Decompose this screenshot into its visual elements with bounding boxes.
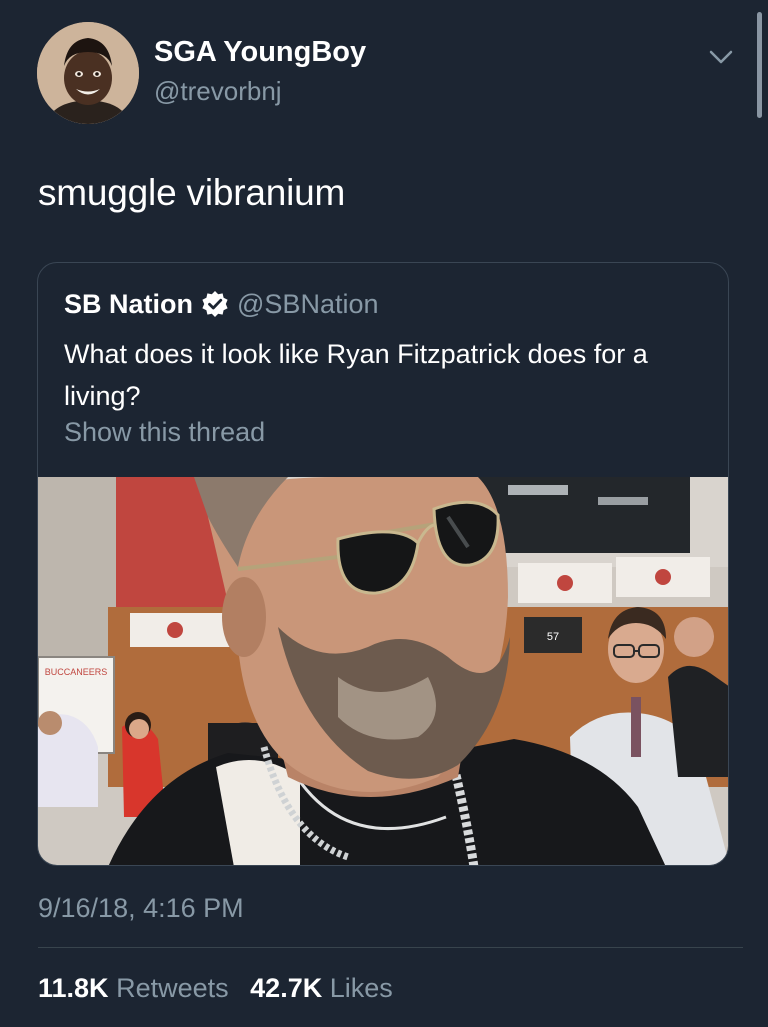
quoted-author-name: SB Nation xyxy=(64,288,194,319)
author-handle[interactable]: @trevorbnj xyxy=(154,76,282,107)
likes-stat[interactable]: 42.7K Likes xyxy=(250,973,393,1003)
author-display-name[interactable]: SGA YoungBoy xyxy=(154,36,366,69)
quoted-tweet-photo[interactable]: 57 BUCCANEERS xyxy=(38,477,729,866)
likes-count: 42.7K xyxy=(250,973,323,1003)
show-thread-link[interactable]: Show this thread xyxy=(64,417,265,448)
quoted-tweet-text: What does it look like Ryan Fitzpatrick … xyxy=(64,339,648,411)
verified-badge-icon xyxy=(202,291,228,317)
avatar[interactable] xyxy=(37,22,139,124)
engagement-stats: 11.8K Retweets 42.7K Likes xyxy=(38,973,393,1004)
quoted-author-handle: @SBNation xyxy=(237,288,379,319)
quoted-tweet-header: SB Nation @SBNation xyxy=(64,287,379,321)
chevron-down-icon[interactable] xyxy=(706,44,736,70)
retweets-stat[interactable]: 11.8K Retweets xyxy=(38,973,229,1003)
retweets-count: 11.8K xyxy=(38,973,109,1003)
avatar-photo xyxy=(37,22,139,124)
tweet-timestamp[interactable]: 9/16/18, 4:16 PM xyxy=(38,893,244,924)
sign-text: BUCCANEERS xyxy=(45,667,108,677)
likes-label: Likes xyxy=(329,973,393,1003)
quoted-tweet-card[interactable]: SB Nation @SBNation What does it look li… xyxy=(37,262,729,866)
locker-number: 57 xyxy=(547,631,559,643)
scrollbar[interactable] xyxy=(757,12,762,118)
retweets-label: Retweets xyxy=(116,973,229,1003)
tweet-text: smuggle vibranium xyxy=(38,172,346,213)
divider xyxy=(38,947,743,948)
